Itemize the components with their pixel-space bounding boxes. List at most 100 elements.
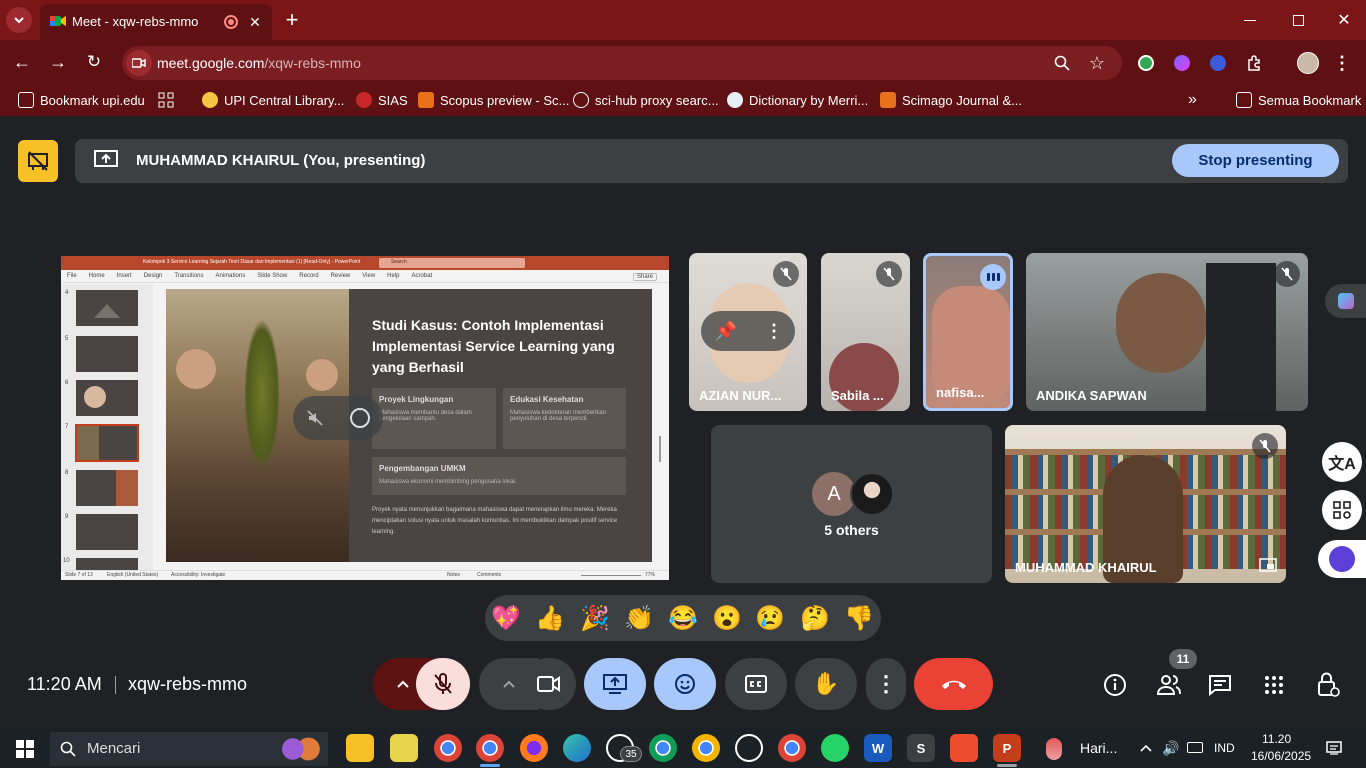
more-options-icon[interactable]: ⋮ xyxy=(763,320,785,342)
volume-icon[interactable]: 🔊 xyxy=(1162,740,1180,756)
bookmark-scihub[interactable]: sci-hub proxy searc... xyxy=(573,90,719,110)
ppt-menu-insert[interactable]: Insert xyxy=(117,273,132,279)
bookmark-all[interactable]: Semua Bookmark xyxy=(1236,90,1361,110)
meeting-info-button[interactable] xyxy=(1102,672,1128,698)
ppt-scrollbar[interactable] xyxy=(659,436,661,462)
taskbar-whatsapp-2[interactable] xyxy=(821,734,849,762)
profile-avatar[interactable] xyxy=(1297,52,1319,74)
address-bar[interactable]: meet.google.com/xqw-rebs-mmo ☆ xyxy=(122,46,1122,80)
activities-button[interactable] xyxy=(1261,672,1287,698)
host-controls-button[interactable] xyxy=(1314,670,1342,700)
ppt-menu-slideshow[interactable]: Slide Show xyxy=(257,273,287,279)
ppt-menu-review[interactable]: Review xyxy=(331,273,351,279)
chrome-menu-icon[interactable]: ⋮ xyxy=(1333,52,1351,74)
bookmark-upi[interactable]: Bookmark upi.edu xyxy=(18,90,145,110)
chat-button[interactable] xyxy=(1207,672,1233,698)
taskbar-chrome-1[interactable] xyxy=(434,734,462,762)
taskbar-shopee[interactable] xyxy=(950,734,978,762)
translate-button[interactable]: 文A xyxy=(1322,442,1362,482)
close-window-button[interactable]: ✕ xyxy=(1330,8,1358,32)
clock-time[interactable]: 11.20 xyxy=(1262,732,1291,746)
extensions-puzzle-icon[interactable] xyxy=(1244,52,1266,74)
slide-thumbnail[interactable] xyxy=(76,470,138,506)
reaction-heart[interactable]: 💖 xyxy=(488,600,524,636)
new-tab-button[interactable]: + xyxy=(280,7,304,32)
pin-icon[interactable]: 📌 xyxy=(715,320,737,342)
extension-icon-1[interactable] xyxy=(1138,55,1154,71)
ppt-menu-file[interactable]: File xyxy=(67,273,77,279)
weather-widget[interactable]: Hari... xyxy=(1046,736,1118,762)
taskbar-chrome-3[interactable] xyxy=(692,734,720,762)
people-button[interactable] xyxy=(1155,672,1183,698)
slide-thumbnail[interactable] xyxy=(76,380,138,416)
bookmark-scopus[interactable]: Scopus preview - Sc... xyxy=(418,90,569,110)
ppt-menu-help[interactable]: Help xyxy=(387,273,399,279)
slide-thumbnail[interactable] xyxy=(76,290,138,326)
hide-self-view-button[interactable] xyxy=(18,140,58,182)
ppt-menu-view[interactable]: View xyxy=(362,273,375,279)
taskbar-edge[interactable] xyxy=(563,734,591,762)
taskbar-file-explorer[interactable] xyxy=(346,734,374,762)
reaction-clap[interactable]: 👏 xyxy=(621,600,657,636)
taskbar-s-app[interactable]: S xyxy=(907,734,935,762)
stop-presenting-button[interactable]: Stop presenting xyxy=(1172,144,1339,177)
forward-button[interactable]: → xyxy=(46,50,70,74)
ppt-menu-record[interactable]: Record xyxy=(299,273,318,279)
tab-meet[interactable]: Meet - xqw-rebs-mmo ✕ xyxy=(40,4,272,40)
reactions-button[interactable] xyxy=(654,658,716,710)
others-tile[interactable]: A 5 others xyxy=(711,425,992,583)
camera-toggle-button[interactable] xyxy=(522,658,576,710)
taskbar-search[interactable]: Mencari xyxy=(50,732,328,766)
reaction-thumbs-up[interactable]: 👍 xyxy=(532,600,568,636)
status-notes[interactable]: Notes xyxy=(447,572,460,578)
taskbar-sticky-notes[interactable] xyxy=(390,734,418,762)
pip-icon[interactable] xyxy=(1257,555,1279,575)
tab-search-button[interactable] xyxy=(6,7,32,33)
participant-tile-self[interactable]: MUHAMMAD KHAIRUL xyxy=(1005,425,1286,583)
mic-toggle-button[interactable] xyxy=(416,658,470,710)
taskbar-chrome-2[interactable] xyxy=(649,734,677,762)
ppt-menu-transitions[interactable]: Transitions xyxy=(174,273,203,279)
bookmark-sias[interactable]: SIAS xyxy=(356,90,408,110)
slide-thumbnail[interactable] xyxy=(76,514,138,550)
minimize-button[interactable] xyxy=(1236,8,1264,32)
taskbar-powerpoint[interactable]: P xyxy=(993,734,1021,762)
ppt-menu-home[interactable]: Home xyxy=(89,273,105,279)
ppt-share-button[interactable]: Share xyxy=(633,273,658,281)
slide-thumbnail[interactable] xyxy=(76,336,138,372)
tab-close-icon[interactable]: ✕ xyxy=(246,13,264,31)
battery-icon[interactable] xyxy=(1187,742,1203,753)
bookmark-star-icon[interactable]: ☆ xyxy=(1086,52,1108,74)
present-now-button[interactable] xyxy=(584,658,646,710)
participant-tile-nafisa[interactable]: nafisa... xyxy=(923,253,1013,411)
reaction-thinking[interactable]: 🤔 xyxy=(797,600,833,636)
slide-thumbnail-selected[interactable] xyxy=(75,424,139,462)
side-extension-button[interactable] xyxy=(1325,284,1366,318)
participant-tile-sabila[interactable]: Sabila ... xyxy=(821,253,910,411)
captions-button[interactable] xyxy=(725,658,787,710)
participant-tile-andika[interactable]: ANDIKA SAPWAN xyxy=(1026,253,1308,411)
bookmark-upi-library[interactable]: UPI Central Library... xyxy=(202,90,344,110)
camera-indicator-icon[interactable] xyxy=(126,50,152,76)
tray-chevron-up-icon[interactable] xyxy=(1138,740,1154,756)
ppt-search-box[interactable]: Search xyxy=(379,258,525,268)
apps-grid-icon[interactable] xyxy=(158,90,174,110)
assistant-button[interactable] xyxy=(1318,540,1366,578)
reaction-sad[interactable]: 😢 xyxy=(752,600,788,636)
restore-button[interactable] xyxy=(1284,8,1312,32)
taskbar-chrome-4[interactable] xyxy=(778,734,806,762)
apps-button[interactable] xyxy=(1322,490,1362,530)
more-bookmarks-chevron-icon[interactable]: » xyxy=(1188,90,1197,110)
taskbar-chatgpt[interactable] xyxy=(735,734,763,762)
zoom-slider[interactable] xyxy=(581,575,641,576)
leave-call-button[interactable] xyxy=(914,658,993,710)
status-comments[interactable]: Comments xyxy=(477,572,501,578)
raise-hand-button[interactable]: ✋ xyxy=(795,658,857,710)
more-options-button[interactable]: ⋮ xyxy=(866,658,906,710)
extension-icon-2[interactable] xyxy=(1174,55,1190,71)
back-button[interactable]: ← xyxy=(10,50,34,74)
reload-button[interactable]: ↻ xyxy=(82,50,106,74)
extension-icon-3[interactable] xyxy=(1210,55,1226,71)
zoom-icon[interactable] xyxy=(1052,53,1072,73)
ppt-menu-design[interactable]: Design xyxy=(144,273,163,279)
